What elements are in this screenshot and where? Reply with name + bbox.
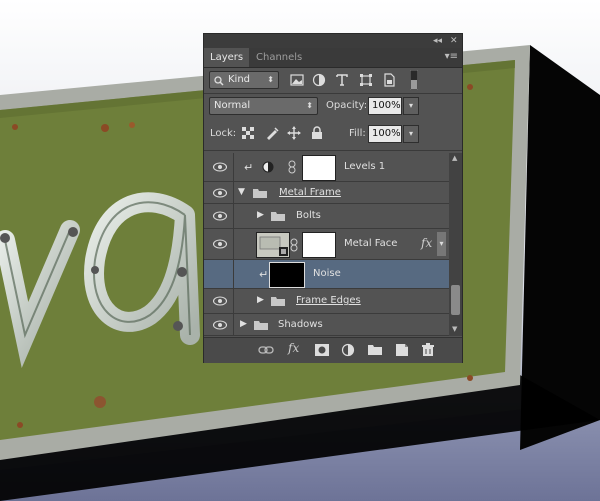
type-filter-icon[interactable]	[335, 73, 349, 87]
close-icon[interactable]: ✕	[450, 35, 458, 47]
eye-icon[interactable]	[213, 162, 227, 172]
filter-kind-dropdown[interactable]: Kind ⬍	[209, 71, 279, 89]
folder-icon	[254, 321, 268, 330]
chain-icon	[290, 238, 298, 252]
chevron-updown-icon: ⬍	[267, 75, 274, 84]
layer-thumbnail[interactable]	[269, 262, 305, 288]
clip-arrow-icon: ↵	[259, 268, 269, 281]
collapse-triangle-icon[interactable]: ▶	[257, 210, 264, 220]
clip-arrow-icon: ↵	[244, 161, 254, 174]
layer-name: Metal Face	[344, 238, 398, 249]
layer-row-noise[interactable]: ↵ Noise	[204, 260, 449, 289]
adjustment-icon[interactable]	[341, 343, 357, 357]
folder-icon	[271, 212, 285, 221]
chevron-updown-icon: ⬍	[306, 101, 313, 110]
layer-name: Noise	[313, 268, 341, 279]
collapse-triangle-icon[interactable]: ▶	[257, 295, 264, 305]
smart-object-badge-icon	[259, 236, 288, 256]
folder-icon	[253, 189, 267, 198]
collapse-icon[interactable]: ◂◂	[433, 35, 442, 47]
image-filter-icon[interactable]	[290, 73, 304, 87]
layer-name: Frame Edges	[296, 295, 361, 306]
filter-toggle-icon[interactable]	[410, 70, 418, 90]
fill-input[interactable]: 100%	[368, 125, 402, 143]
smart-object-filter-icon[interactable]	[382, 73, 396, 87]
eye-icon[interactable]	[213, 211, 227, 221]
filter-kind-label: Kind	[228, 74, 251, 85]
layer-row-shadows[interactable]: ▶ Shadows	[204, 314, 449, 336]
tab-layers[interactable]: Layers	[204, 48, 250, 67]
adjustment-layer-icon	[262, 161, 274, 173]
lock-label: Lock:	[210, 128, 237, 139]
new-group-icon[interactable]	[367, 343, 383, 357]
collapse-triangle-icon[interactable]: ▶	[240, 319, 247, 329]
fill-slider-button[interactable]: ▾	[403, 125, 419, 143]
folder-icon	[271, 297, 285, 306]
layer-mask-thumbnail[interactable]	[302, 232, 336, 258]
panel-tabs: Layers Channels ▾≡	[204, 48, 462, 68]
layers-list: ↵ Levels 1 ▼ Metal Frame ▶ Bolts Metal F…	[204, 153, 449, 336]
panel-titlebar: ◂◂ ✕	[204, 34, 462, 48]
chain-icon	[288, 160, 296, 174]
tab-channels[interactable]: Channels	[250, 48, 308, 67]
eye-icon[interactable]	[213, 320, 227, 330]
effects-toggle-button[interactable]: ▾	[437, 232, 446, 256]
blend-mode-value: Normal	[214, 100, 251, 111]
eye-icon[interactable]	[213, 188, 227, 198]
layer-thumbnail[interactable]	[256, 232, 290, 258]
layer-name: Levels 1	[344, 161, 386, 172]
fx-badge-icon[interactable]: fx	[421, 236, 432, 250]
link-icon[interactable]	[258, 343, 274, 357]
opacity-input[interactable]: 100%	[368, 97, 402, 115]
scrollbar-thumb[interactable]	[451, 285, 460, 315]
layers-scrollbar[interactable]: ▲ ▼	[449, 153, 462, 336]
layer-row-bolts[interactable]: ▶ Bolts	[204, 204, 449, 229]
expand-triangle-icon[interactable]: ▼	[238, 187, 245, 197]
fx-icon[interactable]: fx	[288, 341, 299, 355]
lock-image-icon[interactable]	[265, 126, 279, 140]
opacity-slider-button[interactable]: ▾	[403, 97, 419, 115]
layer-mask-thumbnail[interactable]	[302, 155, 336, 181]
lock-all-icon[interactable]	[310, 126, 324, 140]
layer-name: Shadows	[278, 319, 323, 330]
mask-icon[interactable]	[314, 343, 330, 357]
panel-footer: fx	[204, 337, 462, 363]
scroll-up-icon[interactable]: ▲	[452, 154, 457, 162]
shape-filter-icon[interactable]	[359, 73, 373, 87]
search-icon	[214, 76, 224, 86]
layers-panel: ◂◂ ✕ Layers Channels ▾≡ Kind ⬍ Normal ⬍ …	[203, 33, 463, 363]
layer-name: Bolts	[296, 210, 321, 221]
new-layer-icon[interactable]	[394, 343, 410, 357]
opacity-label: Opacity:	[326, 100, 368, 111]
panel-menu-icon[interactable]: ▾≡	[445, 51, 458, 62]
layer-row-metal-face[interactable]: Metal Face fx ▾	[204, 229, 449, 260]
trash-icon[interactable]	[420, 343, 436, 357]
layer-row-levels-1[interactable]: ↵ Levels 1	[204, 153, 449, 182]
eye-icon[interactable]	[213, 239, 227, 249]
layer-row-metal-frame[interactable]: ▼ Metal Frame	[204, 182, 449, 204]
lock-transparent-icon[interactable]	[242, 127, 254, 139]
blend-mode-dropdown[interactable]: Normal ⬍	[209, 97, 318, 115]
layer-row-frame-edges[interactable]: ▶ Frame Edges	[204, 289, 449, 314]
scroll-down-icon[interactable]: ▼	[452, 325, 457, 333]
layer-name: Metal Frame	[279, 187, 341, 198]
adjustment-filter-icon[interactable]	[312, 73, 326, 87]
eye-icon[interactable]	[213, 296, 227, 306]
lock-position-icon[interactable]	[287, 126, 301, 140]
fill-label: Fill:	[349, 128, 366, 139]
